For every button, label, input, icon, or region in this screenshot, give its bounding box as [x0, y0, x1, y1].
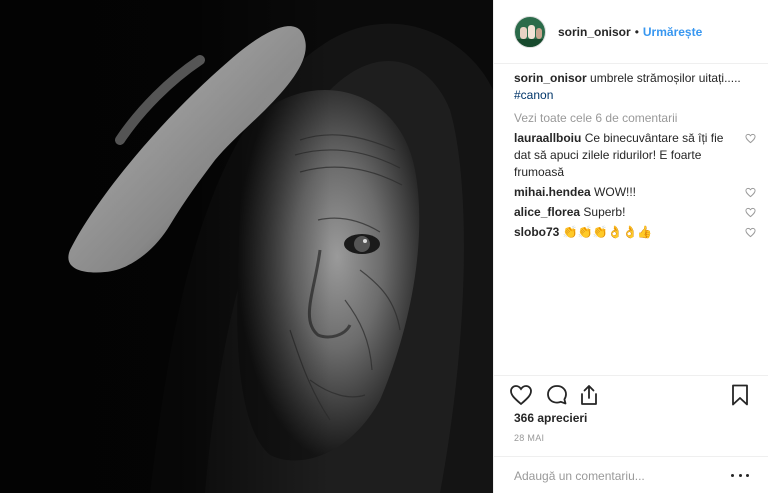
caption-username[interactable]: sorin_onisor — [514, 71, 587, 85]
comment-text: WOW!!! — [594, 185, 637, 199]
comment-row: lauraallboiu Ce binecuvântare să îți fie… — [514, 130, 756, 181]
comment-icon[interactable] — [545, 383, 569, 407]
post-header: sorin_onisor • Urmărește — [494, 0, 768, 64]
add-comment-bar — [494, 456, 768, 493]
comment-text: Superb! — [583, 205, 626, 219]
comment-row: mihai.hendea WOW!!! — [514, 184, 756, 201]
post-caption: sorin_onisor umbrele strămoșilor uitați.… — [514, 70, 754, 104]
comment-username[interactable]: mihai.hendea — [514, 185, 591, 199]
comments-section: sorin_onisor umbrele strămoșilor uitați.… — [514, 70, 756, 241]
portrait-image — [0, 0, 493, 493]
post-details-panel: sorin_onisor • Urmărește sorin_onisor um… — [493, 0, 768, 493]
add-comment-input[interactable] — [514, 467, 714, 485]
view-all-comments-link[interactable]: Vezi toate cele 6 de comentarii — [514, 110, 754, 127]
action-bar — [509, 383, 754, 409]
post-view: sorin_onisor • Urmărește sorin_onisor um… — [0, 0, 768, 493]
comment-like-heart-icon[interactable] — [745, 132, 756, 144]
comment-like-heart-icon[interactable] — [745, 206, 756, 218]
post-actions-section: 366 aprecieri 28 MAI — [494, 375, 768, 493]
comment-text: 👏👏👏👌👌👍 — [562, 225, 653, 239]
follow-button[interactable]: Urmărește — [643, 25, 702, 39]
comment-row: alice_florea Superb! — [514, 204, 756, 221]
comment-username[interactable]: lauraallboiu — [514, 131, 581, 145]
post-photo[interactable] — [0, 0, 493, 493]
comment-like-heart-icon[interactable] — [745, 186, 756, 198]
separator-dot: • — [634, 24, 639, 39]
caption-text: umbrele strămoșilor uitați..... — [590, 71, 741, 85]
heart-icon[interactable] — [509, 383, 533, 407]
caption-hashtag[interactable]: #canon — [514, 88, 553, 102]
author-username[interactable]: sorin_onisor — [558, 25, 631, 39]
comment-like-heart-icon[interactable] — [745, 226, 756, 238]
comment-username[interactable]: alice_florea — [514, 205, 580, 219]
more-options-icon[interactable] — [731, 466, 749, 484]
comment-row: slobo73 👏👏👏👌👌👍 — [514, 224, 756, 241]
likes-count[interactable]: 366 aprecieri — [514, 411, 587, 425]
share-icon[interactable] — [577, 383, 601, 407]
author-avatar[interactable] — [514, 15, 546, 48]
post-date: 28 MAI — [514, 433, 545, 443]
comment-username[interactable]: slobo73 — [514, 225, 559, 239]
bookmark-icon[interactable] — [728, 383, 752, 407]
